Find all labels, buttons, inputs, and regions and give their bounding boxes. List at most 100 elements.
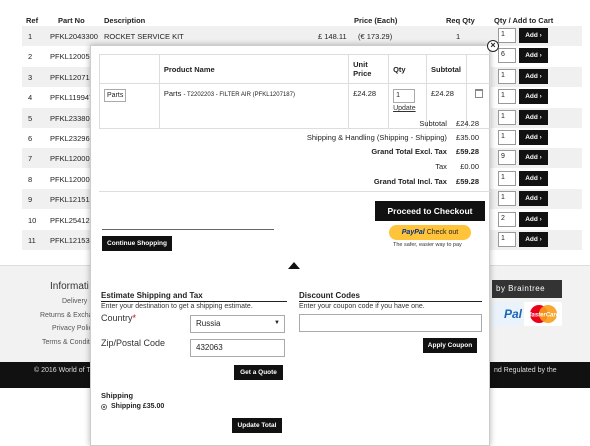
item-category-input[interactable]: Parts bbox=[104, 89, 127, 102]
add-to-cart-button[interactable]: Add › bbox=[519, 191, 548, 207]
row-qty-input[interactable]: 1 bbox=[498, 170, 516, 186]
proceed-to-checkout-button[interactable]: Proceed to Checkout bbox=[375, 201, 485, 221]
footer-link-privacy[interactable]: Privacy Polic bbox=[52, 325, 92, 332]
shipping-line: Shipping & Handling (Shipping - Shipping… bbox=[179, 133, 479, 142]
add-to-cart-button[interactable]: Add › bbox=[519, 48, 548, 64]
apply-coupon-button[interactable]: Apply Coupon bbox=[423, 338, 477, 353]
tax-label: Tax bbox=[435, 162, 447, 171]
row-qty-input[interactable]: 1 bbox=[498, 68, 516, 84]
coupon-input[interactable] bbox=[299, 314, 482, 332]
paypal-checkout-button[interactable]: PayPal Check out bbox=[389, 225, 471, 240]
row-qty-input[interactable]: 1 bbox=[498, 130, 516, 145]
add-to-cart-button[interactable]: Add › bbox=[519, 28, 548, 43]
row-qty-input[interactable]: 1 bbox=[498, 89, 516, 105]
shipping-section-title: Shipping bbox=[101, 391, 134, 400]
estimate-title: Estimate Shipping and Tax bbox=[101, 291, 203, 300]
close-icon[interactable]: × bbox=[487, 40, 499, 52]
item-subname: - T2202203 - FILTER AIR (PFKL1207187) bbox=[183, 92, 295, 98]
update-total-button[interactable]: Update Total bbox=[232, 418, 282, 433]
mastercard-logo: MasterCard bbox=[524, 302, 562, 326]
row-qty-input[interactable]: 9 bbox=[498, 150, 516, 166]
cart-col-product: Product Name bbox=[158, 54, 350, 84]
grand-excl-line: Grand Total Excl. Tax £59.28 bbox=[179, 147, 479, 156]
tax-line: Tax £0.00 bbox=[179, 162, 479, 171]
update-link[interactable]: Update bbox=[393, 105, 416, 112]
col-reqqty-header: Req Qty bbox=[446, 16, 475, 25]
grand-excl-label: Grand Total Excl. Tax bbox=[371, 147, 447, 156]
row-ref: 4 bbox=[28, 93, 33, 103]
subtotal-value: £24.28 bbox=[456, 119, 479, 128]
country-select[interactable]: Russia ▼ bbox=[190, 315, 285, 333]
add-to-cart-button[interactable]: Add › bbox=[519, 68, 548, 84]
discount-rule bbox=[299, 301, 482, 302]
shipping-value: £35.00 bbox=[456, 133, 479, 142]
col-desc-header: Description bbox=[104, 16, 146, 25]
row-qty-input[interactable]: 1 bbox=[498, 191, 516, 207]
footer-link-delivery[interactable]: Delivery bbox=[62, 298, 87, 305]
country-value: Russia bbox=[196, 319, 221, 328]
add-to-cart-button[interactable]: Add › bbox=[519, 130, 548, 145]
row-qty-input[interactable]: 2 bbox=[498, 211, 516, 227]
cart-table: Product Name Unit Price Qty Subtotal Par… bbox=[99, 54, 491, 129]
row-req-qty: 1 bbox=[456, 32, 461, 41]
item-qty-input[interactable]: 1 bbox=[393, 89, 416, 103]
chevron-down-icon: ▼ bbox=[274, 320, 280, 326]
country-label: Country* bbox=[101, 313, 137, 323]
col-partno-header: Part No bbox=[58, 16, 85, 25]
add-to-cart-button[interactable]: Add › bbox=[519, 150, 548, 166]
paypal-brand: PayPal bbox=[401, 229, 425, 236]
row-qty-input[interactable]: 6 bbox=[498, 48, 516, 64]
grand-incl-label: Grand Total Incl. Tax bbox=[373, 177, 447, 186]
row-ref: 7 bbox=[28, 154, 33, 164]
add-to-cart-button[interactable]: Add › bbox=[519, 89, 548, 105]
estimate-rule bbox=[101, 301, 287, 302]
continue-shopping-button[interactable]: Continue Shopping bbox=[102, 236, 172, 251]
shipping-label: Shipping & Handling (Shipping - Shipping… bbox=[306, 133, 447, 142]
copyright-text: © 2016 World of Tri bbox=[34, 367, 95, 374]
summary-divider bbox=[99, 191, 491, 192]
item-unit-price: £24.28 bbox=[353, 89, 377, 98]
add-to-cart-button[interactable]: Add › bbox=[519, 232, 548, 247]
braintree-logo: by Braintree bbox=[492, 280, 562, 298]
grand-excl-value: £59.28 bbox=[456, 147, 479, 156]
grand-incl-value: £59.28 bbox=[456, 177, 479, 186]
trash-icon[interactable] bbox=[474, 89, 483, 98]
note-underline bbox=[102, 229, 274, 230]
row-ref: 10 bbox=[28, 215, 37, 225]
grand-incl-line: Grand Total Incl. Tax £59.28 bbox=[179, 177, 479, 186]
paypal-checkout-label: Check out bbox=[426, 229, 459, 236]
shipping-option-label: Shipping £35.00 bbox=[111, 403, 165, 410]
cart-col-qty: Qty bbox=[388, 54, 428, 84]
shipping-radio[interactable] bbox=[101, 404, 107, 410]
add-to-cart-button[interactable]: Add › bbox=[519, 109, 548, 125]
row-ref: 9 bbox=[28, 195, 33, 205]
scroll-up-arrow-icon[interactable] bbox=[288, 262, 300, 269]
paypal-logo: Pal bbox=[492, 302, 522, 326]
add-to-cart-button[interactable]: Add › bbox=[519, 170, 548, 186]
col-price-header: Price (Each) bbox=[354, 16, 398, 25]
discount-title: Discount Codes bbox=[299, 291, 360, 300]
row-ref: 6 bbox=[28, 134, 33, 143]
row-qty-input[interactable]: 1 bbox=[498, 109, 516, 125]
row-description: ROCKET SERVICE KIT bbox=[104, 32, 184, 41]
row-qty-input[interactable]: 1 bbox=[498, 28, 516, 43]
row-ref: 3 bbox=[28, 72, 33, 82]
footer-info-title: Informati bbox=[50, 281, 89, 292]
paypal-tagline: The safer, easier way to pay bbox=[393, 242, 462, 248]
tax-value: £0.00 bbox=[460, 162, 479, 171]
row-ref: 8 bbox=[28, 174, 33, 184]
zip-input[interactable]: 432063 bbox=[190, 339, 285, 357]
row-price-gbp: £ 148.11 bbox=[318, 32, 347, 41]
subtotal-line: Subtotal £24.28 bbox=[179, 119, 479, 128]
row-qty-input[interactable]: 1 bbox=[498, 232, 516, 247]
item-name: Parts bbox=[163, 89, 182, 98]
row-ref: 11 bbox=[28, 236, 36, 245]
add-to-cart-button[interactable]: Add › bbox=[519, 211, 548, 227]
svg-text:MasterCard: MasterCard bbox=[526, 313, 559, 319]
row-ref: 2 bbox=[28, 52, 33, 62]
footer-link-terms[interactable]: Terms & Condit bbox=[42, 339, 90, 346]
footer-link-returns[interactable]: Returns & Excha bbox=[40, 312, 93, 319]
row-ref: 1 bbox=[28, 32, 33, 41]
discount-subtitle: Enter your coupon code if you have one. bbox=[299, 303, 425, 310]
get-quote-button[interactable]: Get a Quote bbox=[234, 365, 283, 380]
